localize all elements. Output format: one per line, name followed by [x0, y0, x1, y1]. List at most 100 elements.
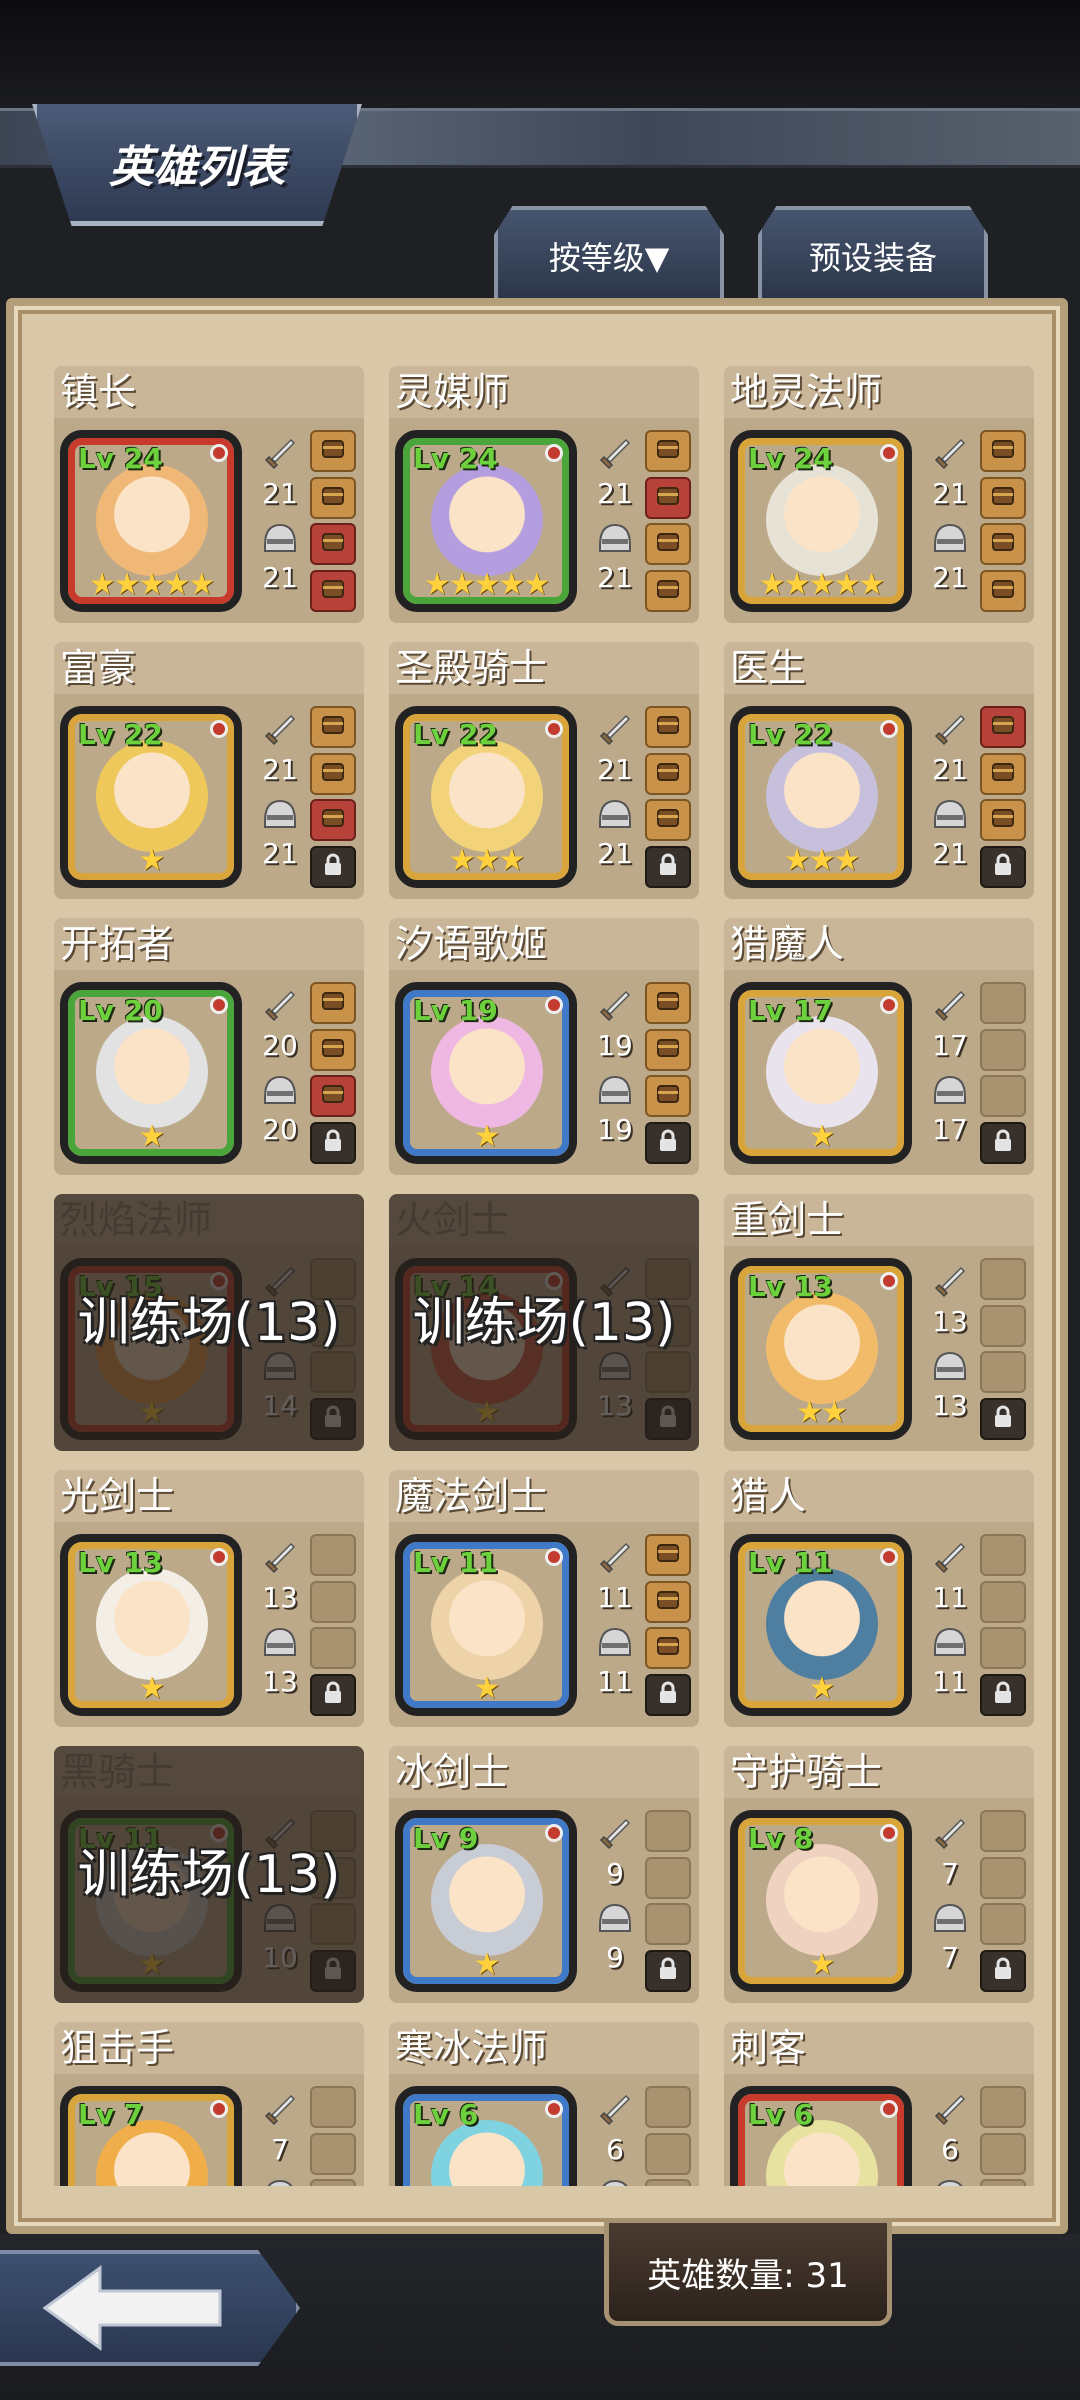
hero-card[interactable]: 汐语歌姬 Lv 19 ★ 19 19 [389, 918, 699, 1175]
equipment-slot-empty[interactable] [980, 2086, 1026, 2128]
equipment-slot-empty[interactable] [980, 1810, 1026, 1852]
hero-portrait[interactable]: Lv 13 ★★ [730, 1258, 912, 1440]
equipment-slot-empty[interactable] [645, 2086, 691, 2128]
equipment-slot-empty[interactable] [980, 1304, 1026, 1347]
equipment-slot-empty[interactable] [645, 1903, 691, 1946]
equipment-slot-empty[interactable] [980, 1075, 1026, 1118]
equipment-slot-locked[interactable] [980, 845, 1026, 888]
equipment-slot-empty[interactable] [645, 1810, 691, 1852]
equipment-slot-empty[interactable] [645, 1856, 691, 1899]
hero-portrait[interactable]: Lv 13 ★ [60, 1534, 242, 1716]
hero-portrait[interactable]: Lv 8 ★ [730, 1810, 912, 1992]
equipment-slot-empty[interactable] [310, 1580, 356, 1623]
equipment-slot[interactable] [310, 752, 356, 795]
equipment-slot[interactable] [310, 982, 356, 1024]
hero-card[interactable]: 富豪 Lv 22 ★ 21 21 [54, 642, 364, 899]
equipment-slot[interactable] [645, 982, 691, 1024]
equipment-slot-empty[interactable] [980, 982, 1026, 1024]
equipment-slot[interactable] [645, 523, 691, 566]
hero-portrait[interactable]: Lv 6 [730, 2086, 912, 2186]
equipment-slot-locked[interactable] [980, 1397, 1026, 1440]
hero-portrait[interactable]: Lv 6 [395, 2086, 577, 2186]
equipment-slot[interactable] [310, 476, 356, 519]
equipment-slot[interactable] [645, 1627, 691, 1670]
equipment-slot[interactable] [645, 569, 691, 612]
equipment-slot-locked[interactable] [980, 1673, 1026, 1716]
equipment-slot[interactable] [645, 799, 691, 842]
hero-card[interactable]: 守护骑士 Lv 8 ★ 7 7 [724, 1746, 1034, 2003]
hero-portrait[interactable]: Lv 22 ★★★ [395, 706, 577, 888]
equipment-slot[interactable] [310, 569, 356, 612]
equipment-slot[interactable] [310, 799, 356, 842]
hero-card[interactable]: 烈焰法师Lv 15★14训练场(13) [54, 1194, 364, 1451]
hero-portrait[interactable]: Lv 9 ★ [395, 1810, 577, 1992]
equipment-slot[interactable] [980, 523, 1026, 566]
hero-card[interactable]: 圣殿骑士 Lv 22 ★★★ 21 21 [389, 642, 699, 899]
equipment-slot-locked[interactable] [645, 845, 691, 888]
equipment-slot-locked[interactable] [310, 1673, 356, 1716]
equipment-slot-empty[interactable] [645, 2132, 691, 2175]
equipment-slot[interactable] [980, 752, 1026, 795]
equipment-slot-empty[interactable] [980, 1351, 1026, 1394]
hero-card[interactable]: 火剑士Lv 14★13训练场(13) [389, 1194, 699, 1451]
equipment-slot[interactable] [645, 476, 691, 519]
hero-portrait[interactable]: Lv 24 ★★★★★ [60, 430, 242, 612]
hero-portrait[interactable]: Lv 24 ★★★★★ [730, 430, 912, 612]
equipment-slot-empty[interactable] [980, 2179, 1026, 2186]
equipment-slot-empty[interactable] [310, 2086, 356, 2128]
equipment-slot[interactable] [980, 476, 1026, 519]
hero-card[interactable]: 地灵法师 Lv 24 ★★★★★ 21 21 [724, 366, 1034, 623]
equipment-slot-empty[interactable] [310, 1627, 356, 1670]
hero-portrait[interactable]: Lv 19 ★ [395, 982, 577, 1164]
hero-card[interactable]: 医生 Lv 22 ★★★ 21 21 [724, 642, 1034, 899]
equipment-slot[interactable] [645, 1534, 691, 1576]
equipment-slot-locked[interactable] [645, 1949, 691, 1992]
hero-portrait[interactable]: Lv 22 ★★★ [730, 706, 912, 888]
equipment-slot[interactable] [645, 430, 691, 472]
equipment-slot[interactable] [310, 1075, 356, 1118]
hero-portrait[interactable]: Lv 7 [60, 2086, 242, 2186]
hero-card[interactable]: 刺客 Lv 6 6 [724, 2022, 1034, 2186]
equipment-slot[interactable] [310, 430, 356, 472]
equipment-slot-empty[interactable] [980, 1580, 1026, 1623]
equipment-slot-empty[interactable] [310, 2179, 356, 2186]
hero-portrait[interactable]: Lv 11 ★ [730, 1534, 912, 1716]
equipment-slot-empty[interactable] [645, 2179, 691, 2186]
hero-card[interactable]: 魔法剑士 Lv 11 ★ 11 11 [389, 1470, 699, 1727]
equipment-slot-empty[interactable] [980, 1534, 1026, 1576]
equipment-slot-locked[interactable] [310, 1121, 356, 1164]
equipment-slot[interactable] [980, 569, 1026, 612]
hero-grid-viewport[interactable]: 镇长 Lv 24 ★★★★★ 21 21 灵媒师 Lv 24 ★★★★★ 21 21 地灵法师 Lv … [54, 366, 1044, 2186]
preset-equipment-button[interactable]: 预设装备 [758, 206, 988, 302]
hero-portrait[interactable]: Lv 11 ★ [395, 1534, 577, 1716]
equipment-slot-empty[interactable] [980, 2132, 1026, 2175]
hero-card[interactable]: 光剑士 Lv 13 ★ 13 13 [54, 1470, 364, 1727]
equipment-slot[interactable] [645, 1028, 691, 1071]
hero-portrait[interactable]: Lv 17 ★ [730, 982, 912, 1164]
equipment-slot-empty[interactable] [980, 1856, 1026, 1899]
equipment-slot[interactable] [310, 706, 356, 748]
hero-card[interactable]: 镇长 Lv 24 ★★★★★ 21 21 [54, 366, 364, 623]
equipment-slot-empty[interactable] [980, 1627, 1026, 1670]
hero-card[interactable]: 狙击手 Lv 7 7 [54, 2022, 364, 2186]
equipment-slot[interactable] [310, 523, 356, 566]
back-button[interactable] [0, 2250, 300, 2366]
hero-card[interactable]: 猎人 Lv 11 ★ 11 11 [724, 1470, 1034, 1727]
equipment-slot[interactable] [980, 430, 1026, 472]
hero-card[interactable]: 猎魔人 Lv 17 ★ 17 17 [724, 918, 1034, 1175]
equipment-slot-empty[interactable] [310, 2132, 356, 2175]
equipment-slot-locked[interactable] [980, 1949, 1026, 1992]
hero-card[interactable]: 开拓者 Lv 20 ★ 20 20 [54, 918, 364, 1175]
equipment-slot[interactable] [645, 752, 691, 795]
hero-card[interactable]: 黑骑士Lv 11★10训练场(13) [54, 1746, 364, 2003]
equipment-slot-empty[interactable] [980, 1903, 1026, 1946]
equipment-slot[interactable] [310, 1028, 356, 1071]
hero-portrait[interactable]: Lv 20 ★ [60, 982, 242, 1164]
equipment-slot-locked[interactable] [645, 1121, 691, 1164]
hero-card[interactable]: 灵媒师 Lv 24 ★★★★★ 21 21 [389, 366, 699, 623]
equipment-slot-locked[interactable] [645, 1673, 691, 1716]
equipment-slot-empty[interactable] [980, 1028, 1026, 1071]
equipment-slot[interactable] [645, 1580, 691, 1623]
sort-by-level-button[interactable]: 按等级▼ [494, 206, 724, 302]
equipment-slot[interactable] [980, 706, 1026, 748]
